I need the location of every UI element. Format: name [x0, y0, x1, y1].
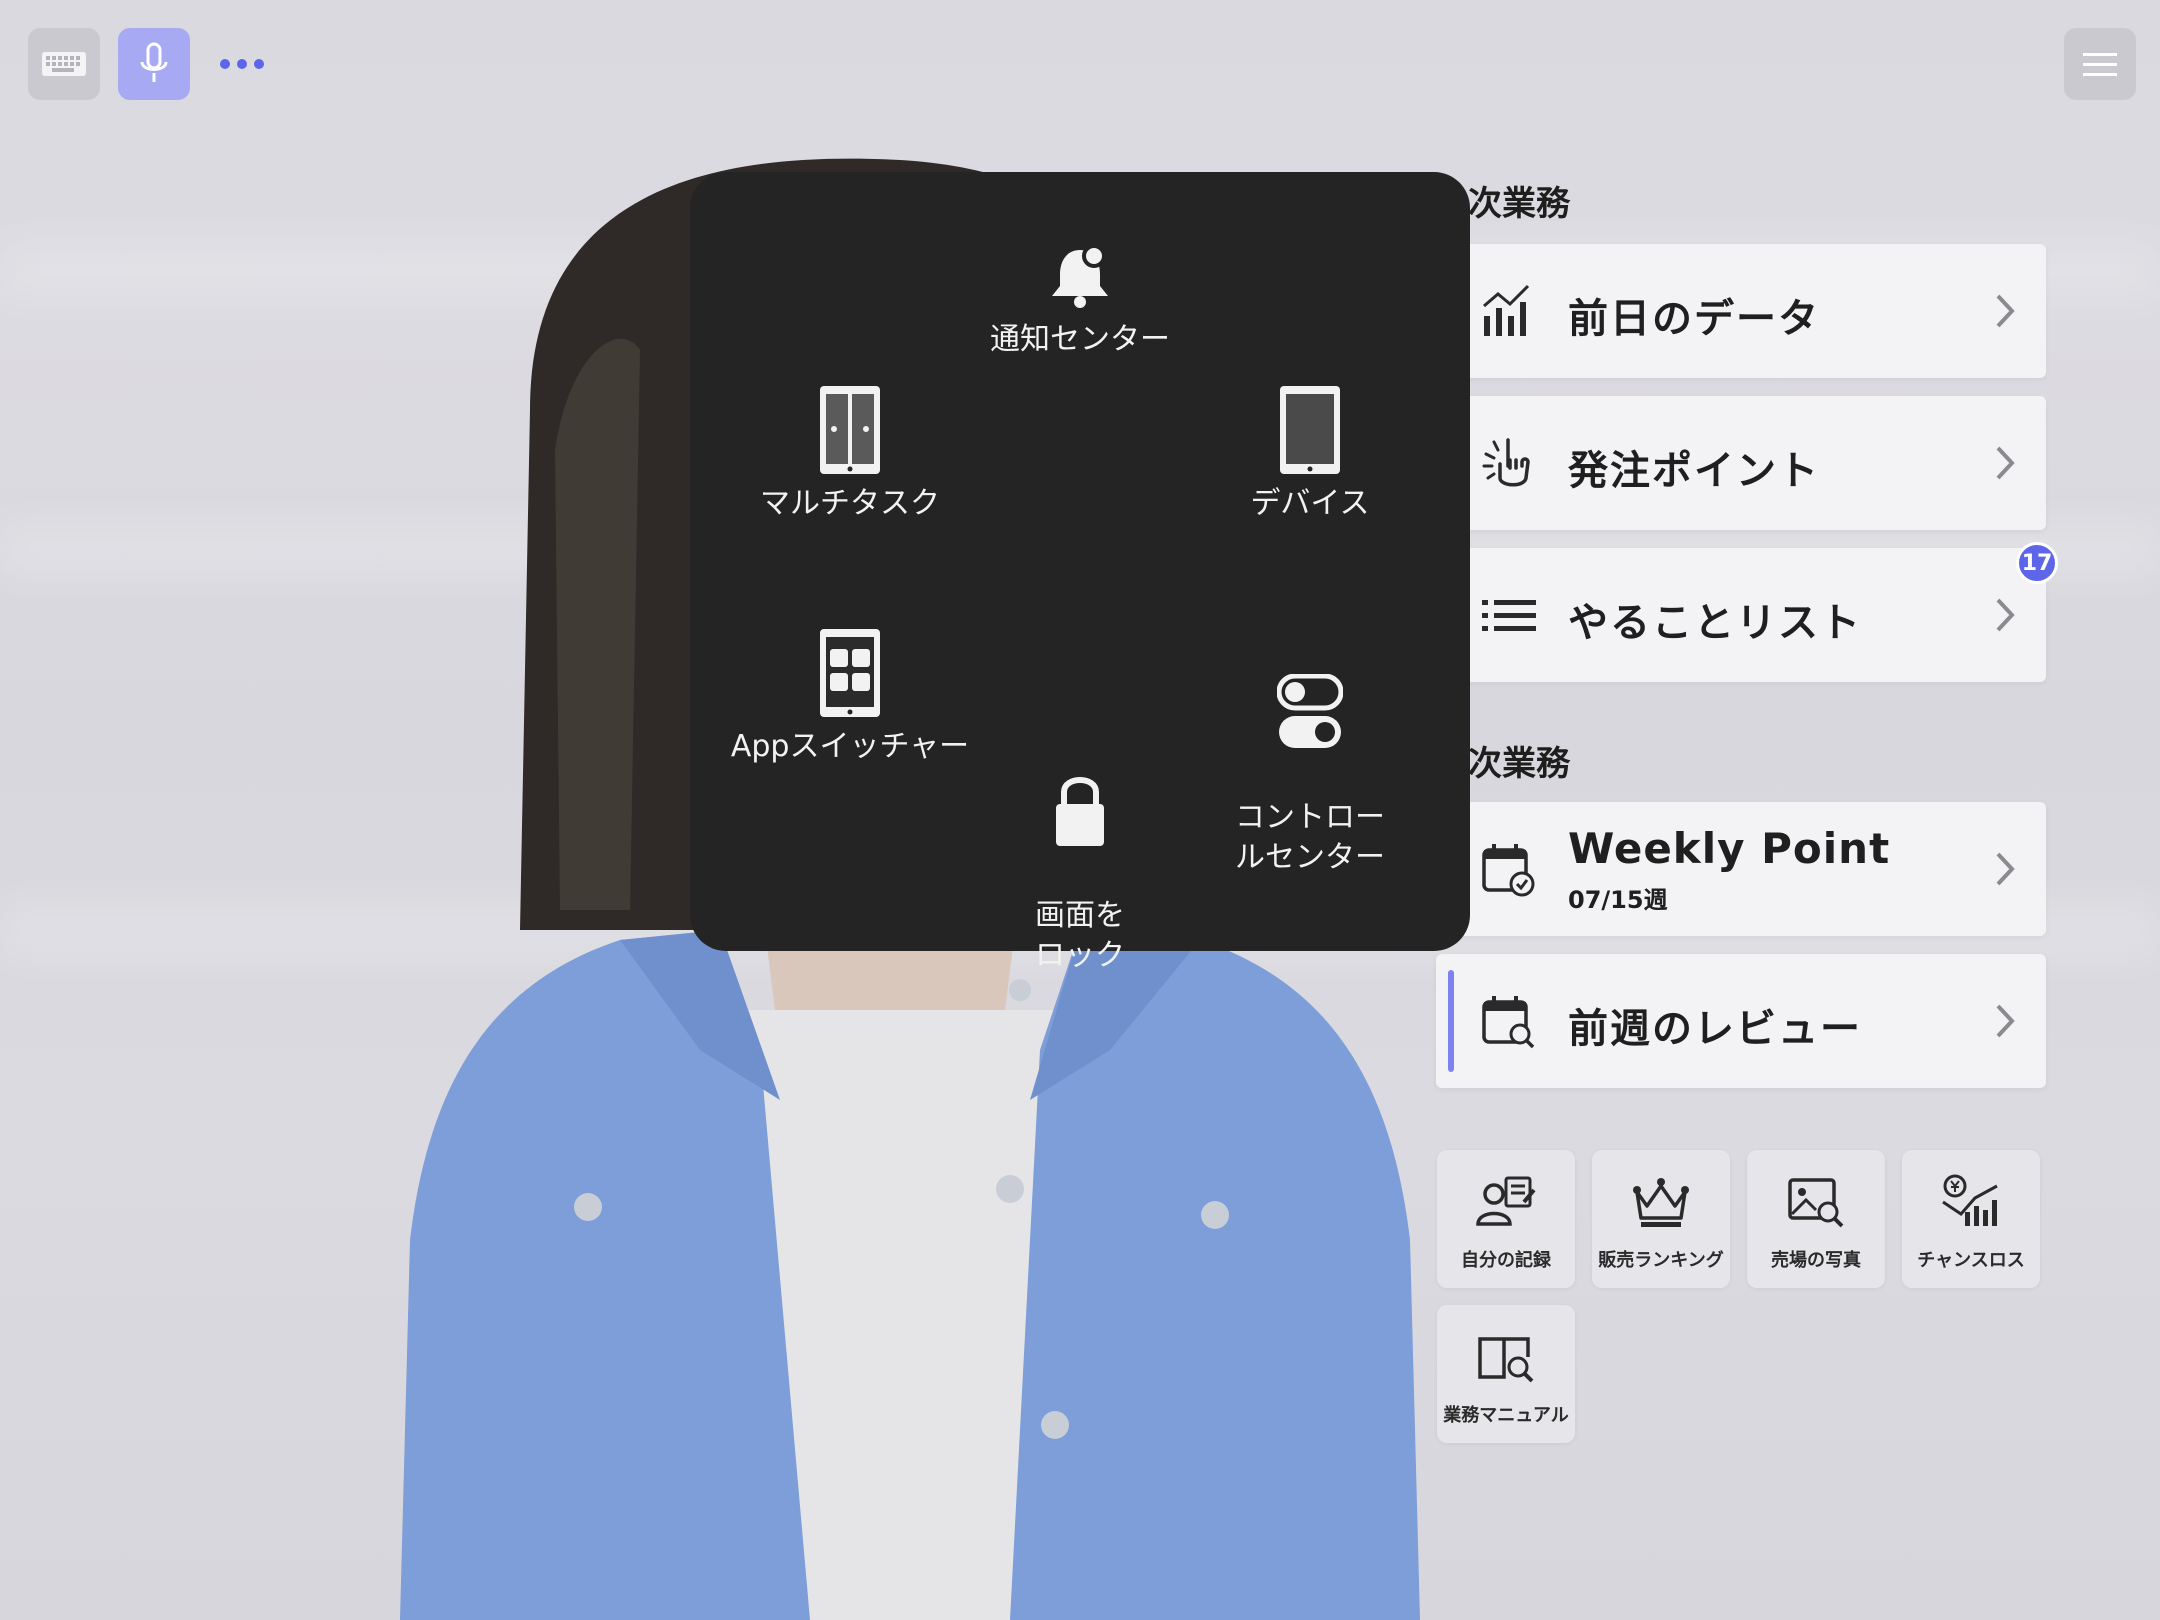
assistive-touch-menu: 通知センター マルチタスク デバイス Appスイッチャー コントロー ルセンター… — [690, 172, 1470, 973]
calendar-search-icon — [1482, 996, 1535, 1049]
tile-work-manual[interactable]: 業務マニュアル — [1437, 1305, 1575, 1443]
calendar-check-icon — [1482, 844, 1535, 897]
card-todo-list[interactable]: やることリスト — [1436, 548, 2046, 682]
menu-item-label: コントロー ルセンター — [1235, 800, 1385, 875]
menu-item-label: 画面を ロック — [1035, 898, 1125, 973]
menu-item-multitask[interactable]: マルチタスク — [750, 384, 950, 524]
selected-indicator — [1448, 970, 1454, 1072]
todo-count-badge: 17 — [2016, 542, 2058, 584]
menu-item-notification-center[interactable]: 通知センター — [980, 242, 1180, 360]
microphone-button[interactable] — [118, 28, 190, 100]
menu-item-label: デバイス — [1250, 486, 1370, 521]
menu-item-app-switcher[interactable]: Appスイッチャー — [730, 627, 970, 767]
chevron-right-icon — [1996, 294, 2015, 328]
tile-label: 自分の記録 — [1461, 1250, 1551, 1271]
more-button[interactable] — [212, 40, 272, 88]
tile-my-records[interactable]: 自分の記録 — [1437, 1150, 1575, 1288]
keyboard-icon — [42, 52, 86, 76]
chevron-right-icon — [1996, 1004, 2015, 1038]
keyboard-button[interactable] — [28, 28, 100, 100]
tile-label: 売場の写真 — [1771, 1250, 1861, 1271]
hamburger-menu-icon — [2083, 53, 2117, 76]
crown-icon — [1633, 1178, 1689, 1227]
microphone-icon — [140, 42, 168, 82]
list-icon — [1482, 600, 1536, 631]
chevron-right-icon — [1996, 852, 2015, 886]
card-last-week-review[interactable]: 前週のレビュー — [1436, 954, 2046, 1088]
more-dots-icon — [220, 59, 264, 69]
card-order-point[interactable]: 発注ポイント — [1436, 396, 2046, 530]
card-label: Weekly Point — [1568, 824, 1891, 873]
app-switcher-icon — [820, 629, 880, 717]
chevron-right-icon — [1996, 598, 2015, 632]
toggle-icon — [1277, 674, 1343, 748]
menu-item-label: 通知センター — [990, 322, 1170, 357]
tablet-icon — [1280, 386, 1340, 474]
menu-item-control-center[interactable]: コントロー ルセンター — [1200, 634, 1420, 918]
chevron-right-icon — [1996, 446, 2015, 480]
lock-icon — [1056, 777, 1104, 846]
card-weekly-point[interactable]: Weekly Point 07/15週 — [1436, 802, 2046, 936]
card-label: 発注ポイント — [1568, 448, 1820, 494]
menu-item-label: マルチタスク — [760, 486, 940, 521]
card-previous-day-data[interactable]: 前日のデータ — [1436, 244, 2046, 378]
card-label: 前週のレビュー — [1568, 1006, 1862, 1052]
yen-chart-icon — [1942, 1174, 1998, 1226]
photo-search-icon — [1788, 1178, 1844, 1228]
section-title-daily: 次業務 — [1468, 184, 1570, 224]
card-label: やることリスト — [1568, 600, 1862, 646]
bell-icon — [1052, 244, 1108, 308]
tile-label: 業務マニュアル — [1443, 1405, 1569, 1426]
bar-chart-icon — [1483, 284, 1530, 336]
card-label: 前日のデータ — [1568, 296, 1820, 342]
menu-button[interactable] — [2064, 28, 2136, 100]
section-title-weekly: 次業務 — [1468, 744, 1570, 784]
card-sublabel-week: 07/15週 — [1568, 886, 1668, 914]
manual-book-icon — [1478, 1337, 1534, 1383]
tile-chance-loss[interactable]: チャンスロス — [1902, 1150, 2040, 1288]
user-record-icon — [1476, 1176, 1536, 1226]
tile-label: 販売ランキング — [1598, 1250, 1724, 1271]
tile-store-photos[interactable]: 売場の写真 — [1747, 1150, 1885, 1288]
tile-label: チャンスロス — [1917, 1250, 2025, 1271]
tile-sales-ranking[interactable]: 販売ランキング — [1592, 1150, 1730, 1288]
menu-item-lock-screen[interactable]: 画面を ロック — [980, 732, 1180, 1016]
pointing-hand-icon — [1482, 438, 1530, 487]
menu-item-label: Appスイッチャー — [730, 729, 970, 764]
menu-item-device[interactable]: デバイス — [1210, 384, 1410, 524]
multitask-icon — [820, 386, 880, 474]
